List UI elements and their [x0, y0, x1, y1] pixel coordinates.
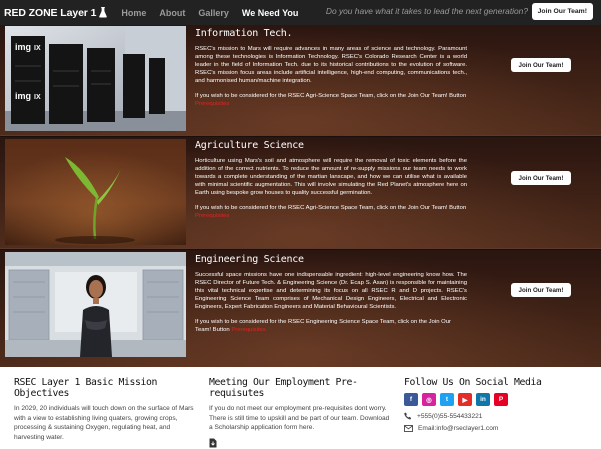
section-body: RSEC's mission to Mars will require adva…	[195, 46, 467, 84]
youtube-icon[interactable]: ▶	[458, 393, 472, 406]
envelope-icon	[404, 425, 413, 432]
section-text: Engineering Science Successful space mis…	[195, 254, 467, 334]
footer-social: Follow Us On Social Media f ◎ t ▶ in P +555(0…	[404, 377, 594, 432]
cta-sentence: If you wish to be considered for the RSE…	[195, 205, 467, 211]
brand-name: RED ZONE Layer 1	[4, 6, 97, 19]
section-engineering-science: Engineering Science Successful space mis…	[0, 250, 601, 367]
section-body: Successful space missions have one indis…	[195, 272, 467, 310]
join-team-button-agriculture[interactable]: Join Our Team!	[511, 171, 571, 185]
social-title: Follow Us On Social Media	[404, 377, 542, 388]
section-text: Agriculture Science Horticulture using M…	[195, 140, 467, 220]
join-team-button-it[interactable]: Join Our Team!	[511, 58, 571, 72]
section-information-tech: img IX img IX Information Tech. RSEC's m…	[0, 25, 601, 136]
prerequisites-link[interactable]: Prerequisites	[195, 213, 229, 219]
brand[interactable]: RED ZONE Layer 1	[4, 6, 108, 19]
section-title: Engineering Science	[195, 254, 304, 265]
nav-links: Home About Gallery We Need You	[121, 8, 298, 18]
section-agriculture-science: Agriculture Science Horticulture using M…	[0, 137, 601, 249]
section-cta-text: If you wish to be considered for the RSE…	[195, 204, 467, 220]
section-body: Horticulture using Mars's soil and atmos…	[195, 158, 467, 196]
nav-link-gallery[interactable]: Gallery	[198, 8, 229, 18]
nav-join-button[interactable]: Join Our Team!	[531, 3, 593, 20]
svg-text:IX: IX	[34, 45, 41, 52]
prerequisites-link[interactable]: Prerequisites	[195, 101, 229, 107]
facebook-icon[interactable]: f	[404, 393, 418, 406]
footer: RSEC Layer 1 Basic Mission Objectives In…	[0, 367, 601, 449]
nav-tagline: Do you have what it takes to lead the ne…	[325, 6, 528, 16]
contact-email: Email:info@rseclayer1.com	[404, 425, 594, 432]
employment-text: If you do not meet our employment pre-re…	[209, 405, 390, 431]
contact-phone: +555(0)55-554433221	[404, 412, 594, 420]
employment-title: Meeting Our Employment Pre-requisutes	[209, 377, 358, 399]
phone-icon	[404, 412, 412, 420]
social-icons: f ◎ t ▶ in P	[404, 393, 594, 406]
section-text: Information Tech. RSEC's mission to Mars…	[195, 28, 467, 108]
svg-text:img: img	[15, 42, 31, 52]
navbar: RED ZONE Layer 1 Home About Gallery We N…	[0, 0, 601, 25]
footer-employment: Meeting Our Employment Pre-requisutes If…	[209, 377, 391, 449]
svg-text:img: img	[15, 91, 31, 101]
join-team-button-engineering[interactable]: Join Our Team!	[511, 283, 571, 297]
cta-sentence: If you wish to be considered for the RSE…	[195, 93, 467, 99]
objectives-title: RSEC Layer 1 Basic Mission Objectives	[14, 377, 157, 399]
seedling-photo	[5, 139, 186, 245]
instagram-icon[interactable]: ◎	[422, 393, 436, 406]
section-cta-text: If you wish to be considered for the RSE…	[195, 318, 467, 334]
section-title: Agriculture Science	[195, 140, 304, 151]
download-icon[interactable]	[209, 438, 217, 448]
linkedin-icon[interactable]: in	[476, 393, 490, 406]
phone-number: +555(0)55-554433221	[417, 412, 483, 420]
twitter-icon[interactable]: t	[440, 393, 454, 406]
section-cta-text: If you wish to be considered for the RSE…	[195, 92, 467, 108]
objectives-text: In 2029, 20 individuals will touch down …	[14, 405, 194, 441]
email-address[interactable]: Email:info@rseclayer1.com	[418, 425, 498, 432]
engineer-photo	[5, 252, 186, 357]
nav-link-home[interactable]: Home	[121, 8, 146, 18]
section-title: Information Tech.	[195, 28, 293, 39]
nav-link-we-need-you[interactable]: We Need You	[242, 8, 299, 18]
footer-objectives: RSEC Layer 1 Basic Mission Objectives In…	[14, 377, 194, 442]
svg-text:IX: IX	[34, 94, 41, 101]
pinterest-icon[interactable]: P	[494, 393, 508, 406]
prerequisites-link[interactable]: Prerequisites	[231, 327, 265, 333]
flask-icon	[99, 7, 108, 18]
nav-link-about[interactable]: About	[159, 8, 185, 18]
server-racks-photo: img IX img IX	[5, 26, 186, 131]
